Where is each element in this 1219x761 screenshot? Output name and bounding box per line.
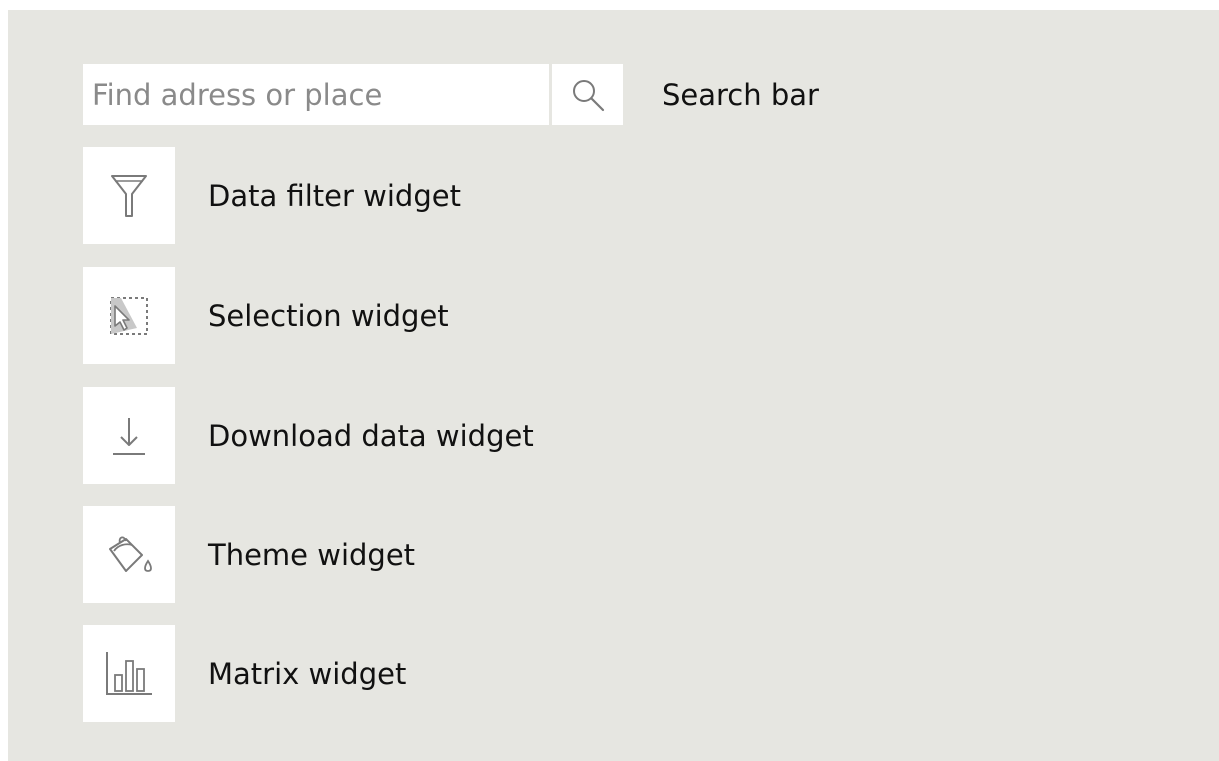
search-input[interactable] (83, 64, 549, 125)
filter-icon (111, 174, 147, 217)
data-filter-label: Data filter widget (208, 178, 461, 213)
download-button[interactable] (83, 387, 175, 484)
download-icon (113, 417, 145, 455)
paint-bucket-icon (109, 536, 152, 572)
download-label: Download data widget (208, 418, 534, 453)
widget-row-selection: Selection widget (83, 267, 449, 364)
theme-label: Theme widget (208, 537, 416, 572)
search-bar-label: Search bar (662, 77, 819, 112)
matrix-button[interactable] (83, 625, 175, 722)
selection-label: Selection widget (208, 298, 449, 333)
search-icon (572, 79, 604, 111)
bar-chart-icon (106, 651, 152, 695)
search-bar: Search bar (83, 64, 819, 125)
widget-row-data-filter: Data filter widget (83, 147, 461, 244)
selection-button[interactable] (83, 267, 175, 364)
widget-row-download: Download data widget (83, 387, 534, 484)
theme-button[interactable] (83, 506, 175, 603)
widget-row-theme: Theme widget (83, 506, 415, 603)
selection-icon (110, 296, 148, 335)
search-button[interactable] (552, 64, 623, 125)
data-filter-button[interactable] (83, 147, 175, 244)
widget-row-matrix: Matrix widget (83, 625, 406, 722)
widget-legend-panel: Search bar Data filter widget Selection … (8, 10, 1219, 761)
matrix-label: Matrix widget (208, 656, 407, 691)
